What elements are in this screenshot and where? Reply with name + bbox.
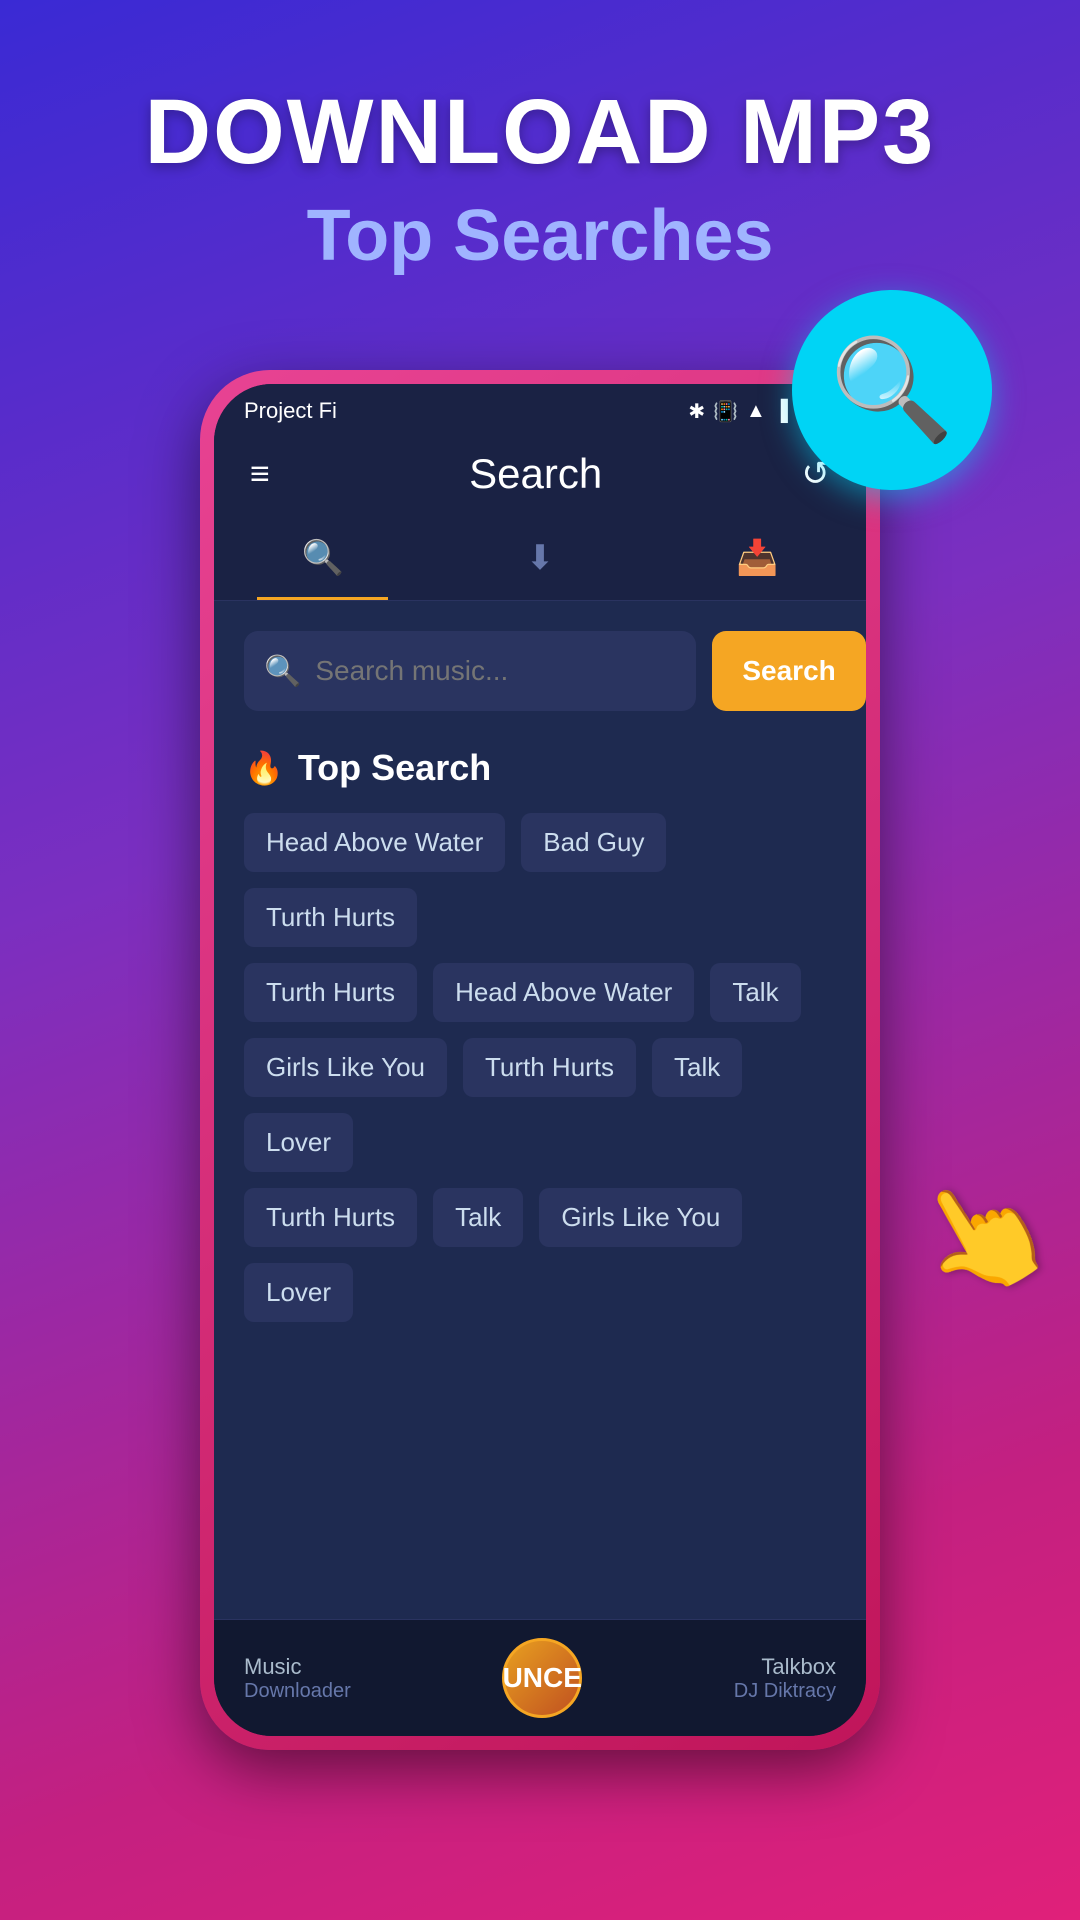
bottom-bar: Music Downloader UNCE Talkbox DJ Diktrac… — [214, 1619, 866, 1736]
search-magnifier-icon: 🔍 — [830, 332, 955, 449]
tab-bar: 🔍 ⬇ 📥 — [214, 516, 866, 601]
tag-bad-guy[interactable]: Bad Guy — [521, 813, 666, 872]
search-input[interactable] — [315, 633, 676, 709]
wifi-icon: ▲ — [746, 400, 766, 423]
bottom-app-sub: Downloader — [244, 1680, 351, 1703]
search-input-icon: 🔍 — [264, 654, 301, 689]
carrier-label: Project Fi — [244, 398, 337, 424]
search-tab-icon: 🔍 — [301, 538, 343, 578]
tag-girls-like-you-2[interactable]: Girls Like You — [539, 1188, 742, 1247]
tag-talk-2[interactable]: Talk — [652, 1038, 742, 1097]
tag-turth-hurts-4[interactable]: Turth Hurts — [244, 1188, 417, 1247]
tag-girls-like-you-1[interactable]: Girls Like You — [244, 1038, 447, 1097]
hamburger-icon[interactable]: ≡ — [250, 457, 270, 491]
tag-lover-1[interactable]: Lover — [244, 1113, 353, 1172]
bluetooth-icon: ✱ — [688, 399, 705, 424]
top-section: DOWNLOAD MP3 Top Searches — [0, 0, 1080, 307]
phone-inner: Project Fi ✱ 📳 ▲ ▐ 59% ≡ Search ↺ 🔍 — [214, 384, 866, 1736]
fire-icon: 🔥 — [244, 749, 284, 787]
bottom-right-info: Talkbox DJ Diktracy — [734, 1654, 836, 1703]
tag-head-above-water-2[interactable]: Head Above Water — [433, 963, 694, 1022]
bottom-right-sub: DJ Diktracy — [734, 1680, 836, 1703]
bottom-right-name: Talkbox — [734, 1654, 836, 1680]
top-search-section: 🔥 Top Search Head Above Water Bad Guy Tu… — [244, 747, 836, 1322]
tab-folder[interactable]: 📥 — [649, 516, 866, 600]
top-search-header: 🔥 Top Search — [244, 747, 836, 789]
bottom-album-art[interactable]: UNCE — [502, 1638, 582, 1718]
tag-turth-hurts-2[interactable]: Turth Hurts — [244, 963, 417, 1022]
tag-head-above-water-1[interactable]: Head Above Water — [244, 813, 505, 872]
search-icon-circle: 🔍 — [792, 290, 992, 490]
tags-row-2: Turth Hurts Head Above Water Talk — [244, 963, 836, 1022]
tags-row-1: Head Above Water Bad Guy Turth Hurts — [244, 813, 836, 947]
content-area: 🔍 Search 🔥 Top Search Head Above Water B… — [214, 601, 866, 1619]
tab-download[interactable]: ⬇ — [431, 516, 648, 600]
phone-mockup: Project Fi ✱ 📳 ▲ ▐ 59% ≡ Search ↺ 🔍 — [200, 370, 880, 1750]
tag-turth-hurts-1[interactable]: Turth Hurts — [244, 888, 417, 947]
tab-search[interactable]: 🔍 — [214, 516, 431, 600]
tag-turth-hurts-3[interactable]: Turth Hurts — [463, 1038, 636, 1097]
phone-outer: Project Fi ✱ 📳 ▲ ▐ 59% ≡ Search ↺ 🔍 — [200, 370, 880, 1750]
tag-talk-1[interactable]: Talk — [710, 963, 800, 1022]
folder-tab-icon: 📥 — [736, 538, 778, 578]
tags-row-3: Girls Like You Turth Hurts Talk Lover — [244, 1038, 836, 1172]
top-search-title: Top Search — [298, 747, 491, 789]
tag-talk-3[interactable]: Talk — [433, 1188, 523, 1247]
bottom-app-name: Music — [244, 1654, 351, 1680]
download-tab-icon: ⬇ — [526, 538, 555, 578]
hand-pointer-icon: 👆 — [890, 1145, 1073, 1325]
tags-row-4: Turth Hurts Talk Girls Like You Lover — [244, 1188, 836, 1322]
bottom-app-info: Music Downloader — [244, 1654, 351, 1703]
search-button[interactable]: Search — [712, 631, 865, 711]
tag-lover-2[interactable]: Lover — [244, 1263, 353, 1322]
header-title: Search — [469, 450, 602, 498]
vibrate-icon: 📳 — [713, 399, 738, 424]
main-title: DOWNLOAD MP3 — [0, 80, 1080, 185]
signal-icon: ▐ — [774, 400, 788, 423]
search-bar-row: 🔍 Search — [244, 631, 836, 711]
sub-title: Top Searches — [0, 195, 1080, 277]
status-bar: Project Fi ✱ 📳 ▲ ▐ 59% — [214, 384, 866, 432]
search-input-wrapper: 🔍 — [244, 631, 696, 711]
app-header: ≡ Search ↺ — [214, 432, 866, 516]
album-label: UNCE — [503, 1662, 582, 1694]
